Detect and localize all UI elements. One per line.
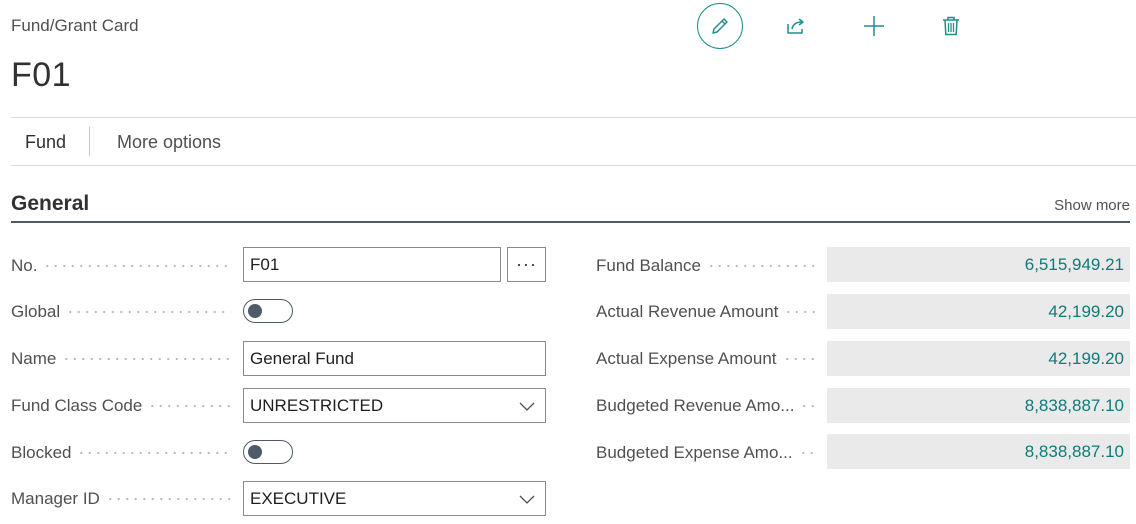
field-label-manager-id: Manager ID — [11, 487, 235, 511]
field-label-name: Name — [11, 347, 235, 371]
chevron-down-icon — [519, 402, 535, 411]
global-toggle[interactable] — [243, 299, 293, 323]
field-label-actual-expense: Actual Expense Amount — [596, 347, 820, 371]
dot-leader — [66, 309, 231, 315]
field-label-no: No. — [11, 254, 235, 278]
toggle-knob — [248, 304, 262, 318]
fund-balance-value[interactable]: 6,515,949.21 — [827, 247, 1130, 282]
no-value: F01 — [250, 254, 280, 274]
field-label-actual-revenue: Actual Revenue Amount — [596, 300, 820, 324]
fund-class-code-select[interactable]: UNRESTRICTED — [243, 388, 546, 423]
blocked-toggle[interactable] — [243, 440, 293, 464]
label-text: Budgeted Revenue Amo... — [596, 396, 795, 415]
dot-leader — [784, 309, 816, 315]
label-text: Manager ID — [11, 489, 100, 508]
plus-icon — [864, 16, 884, 36]
name-value: General Fund — [250, 348, 354, 368]
field-label-budgeted-revenue: Budgeted Revenue Amo... — [596, 394, 820, 418]
label-text: Global — [11, 302, 61, 321]
label-text: Blocked — [11, 443, 72, 462]
field-label-budgeted-expense: Budgeted Expense Amo... — [596, 441, 820, 465]
dot-leader — [800, 403, 816, 409]
name-input[interactable]: General Fund — [243, 341, 546, 376]
dot-leader — [43, 263, 231, 269]
field-label-fund-class-code: Fund Class Code — [11, 394, 235, 418]
fund-class-code-value: UNRESTRICTED — [250, 395, 384, 415]
label-text: Fund Class Code — [11, 396, 143, 415]
tab-fund[interactable]: Fund — [25, 132, 66, 153]
label-text: Fund Balance — [596, 256, 701, 275]
delete-button[interactable] — [931, 6, 971, 46]
label-text: No. — [11, 256, 38, 275]
share-button[interactable] — [776, 6, 816, 46]
budgeted-expense-value[interactable]: 8,838,887.10 — [827, 434, 1130, 469]
page-title: F01 — [11, 56, 72, 94]
pencil-icon — [712, 18, 728, 34]
show-more-link[interactable]: Show more — [1054, 197, 1130, 214]
tab-more-options[interactable]: More options — [117, 132, 221, 153]
no-input[interactable]: F01 — [243, 247, 501, 282]
field-label-global: Global — [11, 300, 235, 324]
dot-leader — [77, 450, 231, 456]
tab-separator — [89, 127, 90, 156]
label-text: Actual Expense Amount — [596, 349, 777, 368]
dot-leader — [62, 356, 231, 362]
field-label-fund-balance: Fund Balance — [596, 254, 820, 278]
budgeted-revenue-value[interactable]: 8,838,887.10 — [827, 388, 1130, 423]
field-label-blocked: Blocked — [11, 441, 235, 465]
dot-leader — [798, 450, 816, 456]
chevron-down-icon — [519, 495, 535, 504]
dot-leader — [148, 403, 231, 409]
assist-edit-button[interactable]: ··· — [507, 247, 546, 282]
toggle-knob — [248, 445, 262, 459]
label-text: Actual Revenue Amount — [596, 302, 779, 321]
label-text: Name — [11, 349, 57, 368]
manager-id-select[interactable]: EXECUTIVE — [243, 481, 546, 516]
breadcrumb: Fund/Grant Card — [11, 16, 139, 35]
label-text: Budgeted Expense Amo... — [596, 443, 793, 462]
dot-leader — [105, 496, 231, 502]
actual-expense-value[interactable]: 42,199.20 — [827, 341, 1130, 376]
section-title[interactable]: General — [11, 192, 89, 216]
divider — [11, 117, 1136, 118]
section-underline — [11, 221, 1130, 223]
edit-button[interactable] — [697, 3, 743, 49]
divider — [11, 165, 1136, 166]
trash-icon — [943, 16, 959, 36]
share-icon — [787, 18, 804, 34]
new-button[interactable] — [854, 6, 894, 46]
actual-revenue-value[interactable]: 42,199.20 — [827, 294, 1130, 329]
dot-leader — [706, 263, 816, 269]
dot-leader — [782, 356, 816, 362]
manager-id-value: EXECUTIVE — [250, 488, 347, 508]
